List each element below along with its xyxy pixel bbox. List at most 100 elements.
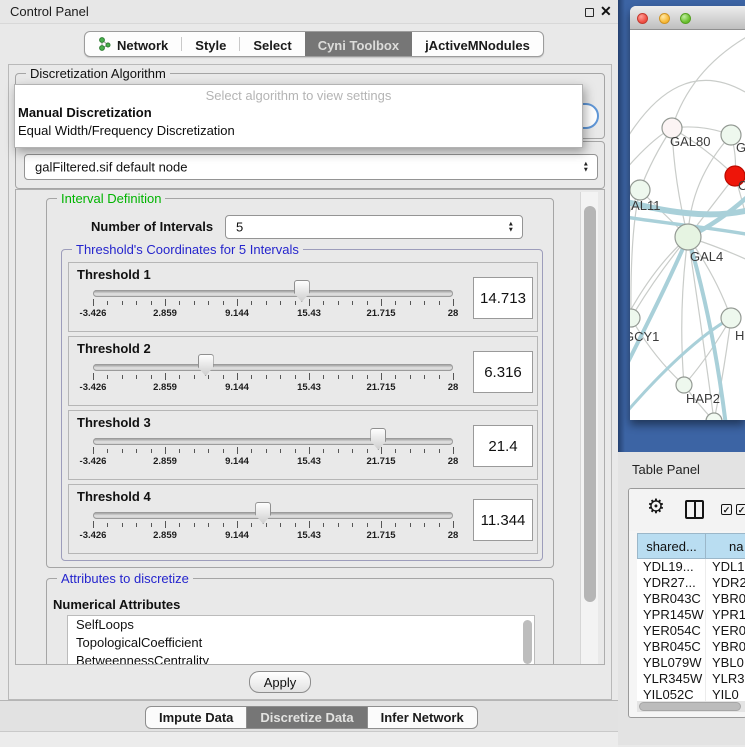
tick-label: 9.144	[225, 382, 249, 393]
minimize-traffic-light-icon[interactable]	[659, 13, 670, 24]
table-row[interactable]: YLR345WYLR3	[637, 671, 745, 687]
columns-icon[interactable]	[685, 500, 704, 519]
table-row[interactable]: YER054CYER0	[637, 623, 745, 639]
gray-edge[interactable]	[672, 36, 745, 128]
checkbox-icon[interactable]: ✓	[721, 504, 732, 515]
apply-button[interactable]: Apply	[249, 671, 311, 693]
zoom-traffic-light-icon[interactable]	[680, 13, 691, 24]
tick-label: 28	[448, 308, 459, 319]
numerical-attributes-list[interactable]: SelfLoopsTopologicalCoefficientBetweenne…	[67, 615, 535, 665]
column-header-name[interactable]: na	[706, 533, 745, 559]
threshold-value-field[interactable]: 11.344	[473, 499, 533, 541]
table-toolbar: ⚙ ✓ ✓	[629, 489, 745, 531]
node-label-c: C	[738, 178, 745, 193]
gray-edge[interactable]	[688, 135, 731, 237]
slider-track[interactable]	[93, 512, 453, 519]
table-row[interactable]: YBR043CYBR0	[637, 591, 745, 607]
tick-label: 21.715	[366, 530, 395, 541]
spinner-arrows-icon[interactable]: ▲▼	[583, 162, 589, 173]
column-header-shared-name[interactable]: shared...	[637, 533, 706, 559]
slider-track[interactable]	[93, 290, 453, 297]
table-row[interactable]: YDL19...YDL1	[637, 559, 745, 575]
horizontal-scrollbar-thumb[interactable]	[639, 702, 741, 711]
close-traffic-light-icon[interactable]	[637, 13, 648, 24]
cell-name: YBL0	[706, 655, 744, 671]
node-gcy1[interactable]	[630, 309, 640, 327]
tab-infer-network[interactable]: Infer Network	[368, 706, 478, 729]
tab-cyni-toolbox[interactable]: Cyni Toolbox	[305, 32, 412, 57]
table-header-row: shared... na	[637, 533, 745, 559]
tick-label: -3.426	[80, 456, 107, 467]
teal-edge[interactable]	[630, 237, 688, 382]
tab-style[interactable]: Style	[182, 32, 239, 57]
dropdown-option-equal-width-frequency[interactable]: Equal Width/Frequency Discretization	[15, 121, 582, 139]
tab-discretize-data[interactable]: Discretize Data	[247, 706, 367, 729]
table-row[interactable]: YBL079WYBL0	[637, 655, 745, 671]
list-item-topologicalcoefficient[interactable]: TopologicalCoefficient	[68, 634, 534, 652]
gray-edge[interactable]	[631, 237, 688, 318]
algorithm-dropdown-popup: Select algorithm to view settings Manual…	[14, 84, 583, 148]
list-item-betweennesscentrality[interactable]: BetweennessCentrality	[68, 652, 534, 665]
tab-label: Style	[195, 38, 226, 53]
node-gal11[interactable]	[630, 180, 650, 200]
tab-label: jActiveMNodules	[425, 38, 530, 53]
threshold-row-4: Threshold 4-3.4262.8599.14415.4321.71528…	[68, 484, 538, 554]
network-view-window[interactable]: GAL80GCGAL11GAL4GCY1HHAP2	[630, 6, 745, 420]
tick-label: 28	[448, 456, 459, 467]
gear-icon[interactable]: ⚙	[647, 497, 665, 517]
horizontal-scrollbar[interactable]	[637, 701, 745, 712]
number-of-intervals-value: 5	[236, 220, 243, 235]
bottom-tab-bar: Impute DataDiscretize DataInfer Network	[145, 706, 478, 729]
node-gal4[interactable]	[675, 224, 701, 250]
node-label-gal4: GAL4	[690, 249, 723, 264]
bottom-tab-strip: Impute DataDiscretize DataInfer Network	[0, 700, 618, 745]
cell-shared-name: YBR045C	[637, 639, 706, 655]
settings-scroll-area: Interval Definition Number of Intervals …	[15, 189, 605, 665]
tick-label: 2.859	[153, 530, 177, 541]
node-h[interactable]	[721, 308, 741, 328]
cell-name: YBR0	[706, 591, 745, 607]
tab-select[interactable]: Select	[240, 32, 304, 57]
network-icon	[98, 37, 111, 54]
slider-track[interactable]	[93, 438, 453, 445]
list-item-selfloops[interactable]: SelfLoops	[68, 616, 534, 634]
interval-definition-title: Interval Definition	[57, 191, 165, 206]
network-window-titlebar[interactable]	[630, 6, 745, 30]
network-canvas[interactable]: GAL80GCGAL11GAL4GCY1HHAP2	[630, 30, 745, 420]
table-row[interactable]: YPR145WYPR1	[637, 607, 745, 623]
attributes-group-title: Attributes to discretize	[57, 571, 193, 586]
attribute-browser: ⚙ ✓ ✓ shared... na YDL19...YDL1YDR27...Y…	[628, 488, 745, 718]
number-of-intervals-combobox[interactable]: 5 ▲▼	[225, 215, 523, 239]
vertical-scrollbar[interactable]	[580, 192, 598, 664]
close-icon[interactable]: ✕	[600, 3, 612, 20]
cell-name: YLR3	[706, 671, 745, 687]
tab-impute-data[interactable]: Impute Data	[145, 706, 247, 729]
threshold-value-field[interactable]: 21.4	[473, 425, 533, 467]
dropdown-option-manual-discretization[interactable]: Manual Discretization	[15, 103, 582, 121]
table-data-combobox[interactable]: galFiltered.sif default node ▲▼	[24, 154, 598, 180]
tab-jactivemnodules[interactable]: jActiveMNodules	[412, 32, 543, 57]
vertical-scrollbar-thumb[interactable]	[584, 206, 596, 602]
node-label-gcy1: GCY1	[630, 329, 659, 344]
slider-track[interactable]	[93, 364, 453, 371]
node-label-g: G	[736, 140, 745, 155]
tick-label: 2.859	[153, 382, 177, 393]
gray-edge[interactable]	[682, 237, 688, 385]
tick-label: 21.715	[366, 456, 395, 467]
threshold-value-field[interactable]: 14.713	[473, 277, 533, 319]
dropdown-prompt: Select algorithm to view settings	[15, 85, 582, 103]
control-panel-titlebar: Control Panel ✕	[0, 0, 618, 24]
threshold-value-field[interactable]: 6.316	[473, 351, 533, 393]
cell-shared-name: YER054C	[637, 623, 706, 639]
interval-definition-group: Interval Definition Number of Intervals …	[46, 198, 554, 568]
cell-name: YER0	[706, 623, 745, 639]
tab-network[interactable]: Network	[85, 32, 181, 57]
spinner-arrows-icon[interactable]: ▲▼	[508, 222, 514, 233]
table-row[interactable]: YDR27...YDR2	[637, 575, 745, 591]
table-row[interactable]: YBR045CYBR0	[637, 639, 745, 655]
cell-shared-name: YBL079W	[637, 655, 706, 671]
table-data-group: Table Data galFiltered.sif default node …	[15, 141, 605, 189]
checkbox-icon[interactable]: ✓	[736, 504, 745, 515]
list-scrollbar-thumb[interactable]	[523, 620, 532, 664]
float-window-icon[interactable]	[585, 8, 594, 17]
